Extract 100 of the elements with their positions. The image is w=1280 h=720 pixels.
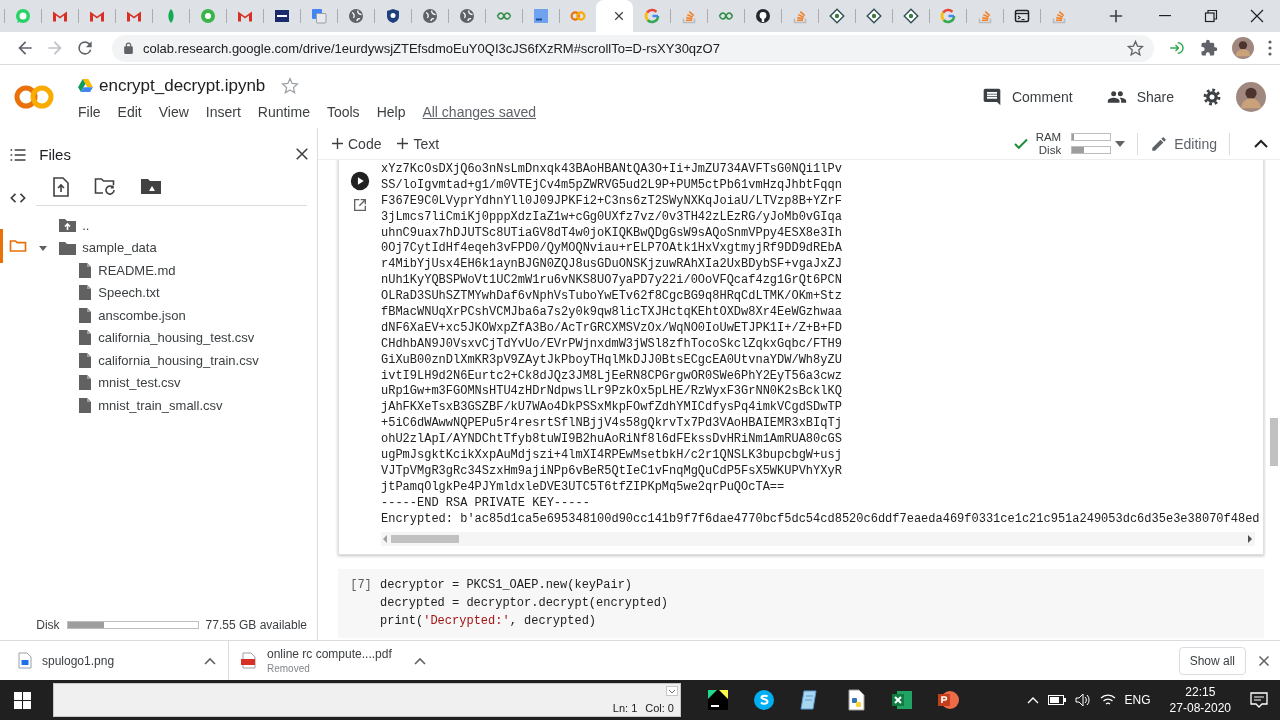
menu-item[interactable]: File — [78, 103, 108, 120]
folder-icon — [58, 239, 77, 256]
editing-mode-button[interactable]: Editing — [1150, 134, 1217, 153]
output-line: SS/loIgvmtad+g1/m0VTEjCv4m5pZWRVG5ud2L9P+PUM5ctPb61vmHzqJhbtFqqn — [381, 177, 843, 194]
address-bar[interactable]: colab.research.google.com/drive/1eurdywsjZTEfsdmoEuY0QI3cJS6fXzRM#scrollTo=D-rsXY30qzO7 — [112, 34, 1154, 62]
file-name[interactable]: california_housing_test.csv — [98, 330, 255, 346]
output-line: r4MibYjUsx4EH6k1aynBJGN0ZQJ8usGDuONSKjzuwRAhXIa2UxBDybSF+vgaJxZJ — [381, 257, 843, 274]
login-icon[interactable] — [1168, 39, 1186, 57]
pencil-icon — [1150, 134, 1169, 153]
menu-item[interactable]: Tools — [326, 103, 367, 120]
code-editor-icon[interactable] — [706, 688, 730, 712]
download-status: Removed — [267, 663, 311, 674]
image-file-icon — [18, 652, 32, 669]
round-logo-icon — [754, 8, 771, 24]
refresh-folder-icon[interactable] — [94, 177, 117, 195]
resource-meter — [1071, 133, 1112, 141]
output-line: OLRaD3SUhSZTMYwhDaf6vNphVsTuboYwETv62f8CgcBG9q8HRqCdLTMK/OKm+Stz — [381, 289, 843, 305]
disk-available-text: 77.55 GB available — [205, 618, 307, 632]
output-icon[interactable] — [352, 197, 368, 213]
menu-item[interactable]: Help — [376, 103, 413, 120]
translate-icon — [310, 8, 327, 24]
file-icon — [78, 261, 93, 279]
collapse-icon[interactable] — [1254, 139, 1268, 148]
output-line: ugPmJsgktKcikXxpAuMdjszi+4lmXI4RPEwMsetbkH/c2r1QNSLK3bupcbgW+usj — [381, 448, 843, 464]
comment-icon — [981, 86, 1002, 107]
output-line: Encrypted: b'ac85d1ca5e695348100d90cc141b9f7f6dae4770bcf5dc54cd8520c6ddf7eaeda469f0331ce1c21c951a249053dc6d35e3e38070f48ed — [381, 511, 1261, 528]
avatar-icon[interactable] — [1232, 37, 1254, 59]
restore-icon — [1204, 9, 1218, 23]
output-line: uRp1Gw+m3FGOMNsHTU4zHDrNdpwslLr9PzkOx5pLHE/RzWyxF3GrNN0K2sBcklKQ — [381, 384, 843, 401]
file-name[interactable]: mnist_train_small.csv — [98, 397, 223, 413]
download-item[interactable]: spulogo1.png — [18, 640, 228, 681]
disk-label: Disk — [36, 618, 60, 632]
menu-item[interactable]: View — [158, 103, 196, 120]
output-line: VJTpVMgR3gRc34SzxHm9ajiNPp6vBeR5QtIeC1vFnqMgQuCdP5FsX5WKUPVhYXyR — [381, 463, 843, 480]
add-code-button[interactable]: Code — [332, 135, 382, 152]
run-cell-button[interactable] — [350, 171, 370, 191]
file-name[interactable]: sample_data — [82, 240, 157, 256]
wifi-icon[interactable] — [1099, 693, 1116, 707]
close-icon[interactable] — [613, 10, 625, 22]
output-line: ohU2zlApI/AYNDChtTfyb8tuWI9B2huAoRiNf8l6dFEkssDvHRiNm1AmRUA80cGS — [381, 432, 843, 449]
close-icon[interactable] — [295, 147, 309, 161]
lock-icon — [122, 41, 135, 55]
menu-item[interactable]: Runtime — [257, 103, 317, 120]
stack-icon — [976, 8, 993, 24]
close-icon[interactable] — [1258, 654, 1270, 667]
file-name[interactable]: Speech.txt — [98, 285, 160, 301]
save-status-link[interactable]: All changes saved — [422, 103, 537, 120]
more-menu-icon[interactable] — [1268, 40, 1272, 56]
output-line: ivtI9LH9d2N6Eurtc2+Ck8dJQz3JM8LjEeRN8CPGrgwOR0SWe6PhY2EyT56a3cwz — [381, 368, 843, 385]
extensions-icon[interactable] — [1200, 39, 1218, 57]
output-line: nUh1KyYQBSPWoVt1UC2mW1ru6vNKS8UO7yaPD7y22i/0OoVFQcaf4zg1GrQt6PCN — [381, 273, 843, 290]
file-icon — [78, 351, 93, 369]
file-name[interactable]: README.md — [98, 262, 176, 278]
dropdown-icon[interactable] — [1115, 140, 1126, 147]
file-name[interactable]: california_housing_train.csv — [98, 352, 259, 368]
file-name[interactable]: mnist_test.csv — [98, 375, 181, 391]
file-icon — [78, 306, 93, 324]
notebook-title[interactable]: encrypt_decrypt.ipynb — [99, 75, 266, 96]
presentation-icon[interactable] — [936, 688, 960, 712]
horizontal-scrollbar[interactable] — [381, 532, 1255, 546]
code-line: decrypted = decryptor.decrypt(encrypted) — [380, 595, 669, 612]
caret-up-icon[interactable] — [204, 656, 216, 665]
spreadsheet-icon[interactable] — [890, 688, 914, 712]
battery-icon[interactable] — [1047, 695, 1066, 705]
output-line: F367E9C0LVyprYdhnYll0J09JPKFi2+C3ns6zT2SWyNXKqJoiaU/LTVzp8B+YZrF — [381, 193, 843, 210]
caret-down-icon[interactable] — [666, 686, 678, 696]
status-text: Col: 0 — [645, 702, 674, 714]
upload-file-icon[interactable] — [52, 177, 71, 197]
menu-item[interactable]: Insert — [205, 103, 248, 120]
show-all-button[interactable]: Show all — [1178, 646, 1246, 675]
panel-title: Files — [39, 145, 71, 163]
plus-icon — [1109, 9, 1123, 23]
bookmark-star-icon[interactable] — [1127, 39, 1144, 57]
pdf-file-icon — [241, 652, 257, 669]
comment-button[interactable]: Comment — [973, 80, 1081, 113]
round-logo-icon — [939, 8, 956, 24]
code-cell[interactable]: [7] decryptor = PKCS1_OAEP.new(keyPair) decrypted = decryptor.decrypt(encrypted) print('Decrypted:', decrypted) — [338, 569, 1264, 638]
output-line: jtPamqOlgkPe4PJYmldxleDVE3UTC5T6tfZIPKpMq5we2qrPuQOcTA== — [381, 479, 786, 496]
add-text-button[interactable]: Text — [397, 135, 440, 152]
language-indicator[interactable]: ENG — [1124, 693, 1151, 707]
star-icon[interactable] — [281, 76, 300, 95]
output-line: 0Oj7CytIdHf4eqeh3vFPD0/QyMOQNviau+rELP7OAtk1HxVxgtmyjRf9DD9dREbA — [381, 241, 843, 258]
drive-folder-icon[interactable] — [140, 177, 163, 195]
file-name[interactable]: .. — [82, 217, 90, 233]
volume-icon[interactable] — [1074, 693, 1091, 707]
output-line: dNF6XaEV+xc5JKOWxpZfA3Bo/AcTrGRCXMSVzOx/WqNO0IoUwETJPK1I+/Z+B+FD — [381, 320, 843, 337]
output-line: fBMacWNUqXrPCshVCMJba6a7s2y0k9qw8licTXJHctqKEhtOXDw8Xr4EeWGzhwaa — [381, 305, 843, 321]
share-button[interactable]: Share — [1098, 80, 1182, 113]
notifications-icon[interactable] — [1250, 692, 1268, 708]
settings-icon[interactable] — [1202, 86, 1222, 107]
file-name[interactable]: anscombe.json — [98, 307, 186, 323]
chat-icon — [14, 8, 31, 24]
output-line: CHdhbAN9J0VsxvCjTdYvUo/EVrPWjnxdmW3jWSl8zfhTocoSkclZqkxGqbc/FTH9 — [381, 336, 843, 353]
download-file-name: spulogo1.png — [42, 653, 115, 668]
menu-item[interactable]: Edit — [117, 103, 149, 120]
parent-folder-icon — [58, 217, 77, 234]
output-line: xYz7KcOsDXjQ6o3nNsLmDnxqk43BAoHBANtQA3O+Ii+JmZU734AVFTsG0NQi1lPv — [381, 162, 843, 178]
chat-app-icon[interactable] — [752, 688, 776, 712]
avatar-icon[interactable] — [1236, 81, 1266, 112]
caret-up-icon[interactable] — [414, 656, 426, 665]
